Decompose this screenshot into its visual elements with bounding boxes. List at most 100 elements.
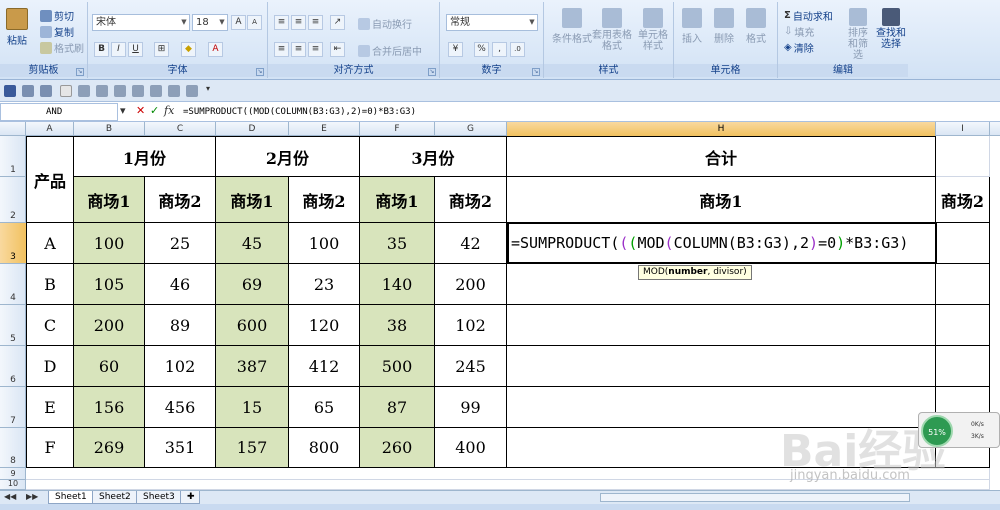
tab-nav-first-icon[interactable]: ◀◀ (4, 492, 16, 501)
value-cell[interactable]: 140 (360, 264, 435, 305)
column-header[interactable]: F (360, 122, 435, 136)
value-cell[interactable]: 200 (74, 305, 145, 346)
tab-sheet2[interactable]: Sheet2 (92, 491, 138, 504)
function-icon[interactable]: fx (164, 104, 174, 117)
value-cell[interactable]: 25 (145, 223, 216, 264)
row-header[interactable]: 1 (0, 136, 26, 177)
increase-decimal-button[interactable]: .0 (510, 42, 525, 57)
bold-button[interactable]: B (94, 42, 109, 57)
print-icon[interactable] (78, 85, 90, 97)
dialog-launcher-icon[interactable]: ↘ (256, 68, 264, 76)
value-cell[interactable]: 45 (216, 223, 289, 264)
fill-color-button[interactable]: ◆ (181, 42, 196, 57)
value-cell[interactable]: 100 (74, 223, 145, 264)
sort-desc-icon[interactable] (168, 85, 180, 97)
name-box[interactable]: AND (0, 103, 118, 121)
row-header[interactable]: 6 (0, 346, 26, 387)
value-cell[interactable]: 89 (145, 305, 216, 346)
month-header-cell[interactable]: 3月份 (360, 136, 507, 177)
product-cell[interactable]: D (26, 346, 74, 387)
value-cell[interactable]: 157 (216, 428, 289, 468)
value-cell[interactable]: 200 (435, 264, 507, 305)
store-header-cell[interactable]: 商场1 (360, 177, 435, 223)
column-header-selected[interactable]: H (507, 122, 936, 136)
tab-sheet3[interactable]: Sheet3 (136, 491, 182, 504)
value-cell[interactable]: 412 (289, 346, 360, 387)
row-header[interactable]: 5 (0, 305, 26, 346)
new-icon[interactable] (60, 85, 72, 97)
product-cell[interactable]: E (26, 387, 74, 428)
column-header[interactable]: G (435, 122, 507, 136)
row-header[interactable]: 8 (0, 428, 26, 468)
underline-button[interactable]: U (128, 42, 143, 57)
align-middle-button[interactable]: ≡ (291, 15, 306, 30)
font-color-button[interactable]: A (208, 42, 223, 57)
product-cell[interactable]: F (26, 428, 74, 468)
value-cell[interactable]: 100 (289, 223, 360, 264)
cell-styles-button[interactable]: 单元格样式 (636, 8, 670, 52)
spell-icon[interactable] (114, 85, 126, 97)
italic-button[interactable]: I (111, 42, 126, 57)
merge-center-button[interactable]: 合并后居中 (358, 43, 422, 58)
percent-button[interactable]: % (474, 42, 489, 57)
comma-button[interactable]: , (492, 42, 507, 57)
column-header[interactable]: D (216, 122, 289, 136)
total-header-cell[interactable]: 合计 (507, 136, 936, 177)
paste-button[interactable]: 粘贴 (6, 8, 28, 47)
cancel-icon[interactable]: ✕ (136, 104, 145, 117)
preview-icon[interactable] (96, 85, 108, 97)
decrease-indent-button[interactable]: ⇤ (330, 42, 345, 57)
insert-button[interactable]: 插入 (682, 8, 702, 45)
value-cell[interactable]: 400 (435, 428, 507, 468)
total-cell[interactable] (507, 346, 936, 387)
total-cell[interactable] (507, 305, 936, 346)
delete-button[interactable]: 删除 (714, 8, 734, 45)
value-cell[interactable]: 351 (145, 428, 216, 468)
shrink-font-button[interactable]: A (247, 15, 262, 30)
dialog-launcher-icon[interactable]: ↘ (428, 68, 436, 76)
fill-button[interactable]: ⇩ 填充 (784, 24, 814, 39)
total-store1-header-cell[interactable]: 商场1 (507, 177, 936, 223)
undo-icon[interactable] (22, 85, 34, 97)
product-cell[interactable]: C (26, 305, 74, 346)
total-cell[interactable] (936, 223, 990, 264)
month-header-cell[interactable]: 1月份 (74, 136, 216, 177)
value-cell[interactable]: 600 (216, 305, 289, 346)
month-header-cell[interactable]: 2月份 (216, 136, 360, 177)
row-header[interactable]: 10 (0, 479, 26, 490)
value-cell[interactable]: 35 (360, 223, 435, 264)
currency-button[interactable]: ¥ (448, 42, 463, 57)
dialog-launcher-icon[interactable]: ↘ (76, 68, 84, 76)
network-speed-widget[interactable]: 51% 0K/s 3K/s (918, 412, 1000, 448)
font-name-combo[interactable]: 宋体 ▼ (92, 14, 190, 31)
format-button[interactable]: 格式 (746, 8, 766, 45)
cut-button[interactable]: 剪切 (40, 8, 74, 23)
value-cell[interactable]: 156 (74, 387, 145, 428)
column-header[interactable]: B (74, 122, 145, 136)
value-cell[interactable]: 260 (360, 428, 435, 468)
tab-sheet1[interactable]: Sheet1 (48, 491, 94, 504)
value-cell[interactable]: 102 (145, 346, 216, 387)
dialog-launcher-icon[interactable]: ↘ (532, 68, 540, 76)
value-cell[interactable]: 387 (216, 346, 289, 387)
value-cell[interactable]: 99 (435, 387, 507, 428)
format-painter-button[interactable]: 格式刷 (40, 40, 84, 55)
product-cell[interactable]: B (26, 264, 74, 305)
total-cell[interactable] (936, 346, 990, 387)
value-cell[interactable]: 245 (435, 346, 507, 387)
value-cell[interactable]: 38 (360, 305, 435, 346)
value-cell[interactable]: 102 (435, 305, 507, 346)
redo-icon[interactable] (40, 85, 52, 97)
total-cell[interactable] (936, 305, 990, 346)
value-cell[interactable]: 60 (74, 346, 145, 387)
value-cell[interactable]: 69 (216, 264, 289, 305)
column-header[interactable]: I (936, 122, 990, 136)
chevron-down-icon[interactable]: ▾ (120, 104, 126, 117)
find-select-button[interactable]: 查找和选择 (876, 8, 906, 50)
value-cell[interactable]: 269 (74, 428, 145, 468)
table-grid-icon[interactable] (186, 85, 198, 97)
align-center-button[interactable]: ≡ (291, 42, 306, 57)
clear-button[interactable]: ◈ 清除 (784, 40, 814, 55)
autosum-button[interactable]: Σ 自动求和 (784, 8, 833, 23)
select-all[interactable] (0, 122, 26, 136)
